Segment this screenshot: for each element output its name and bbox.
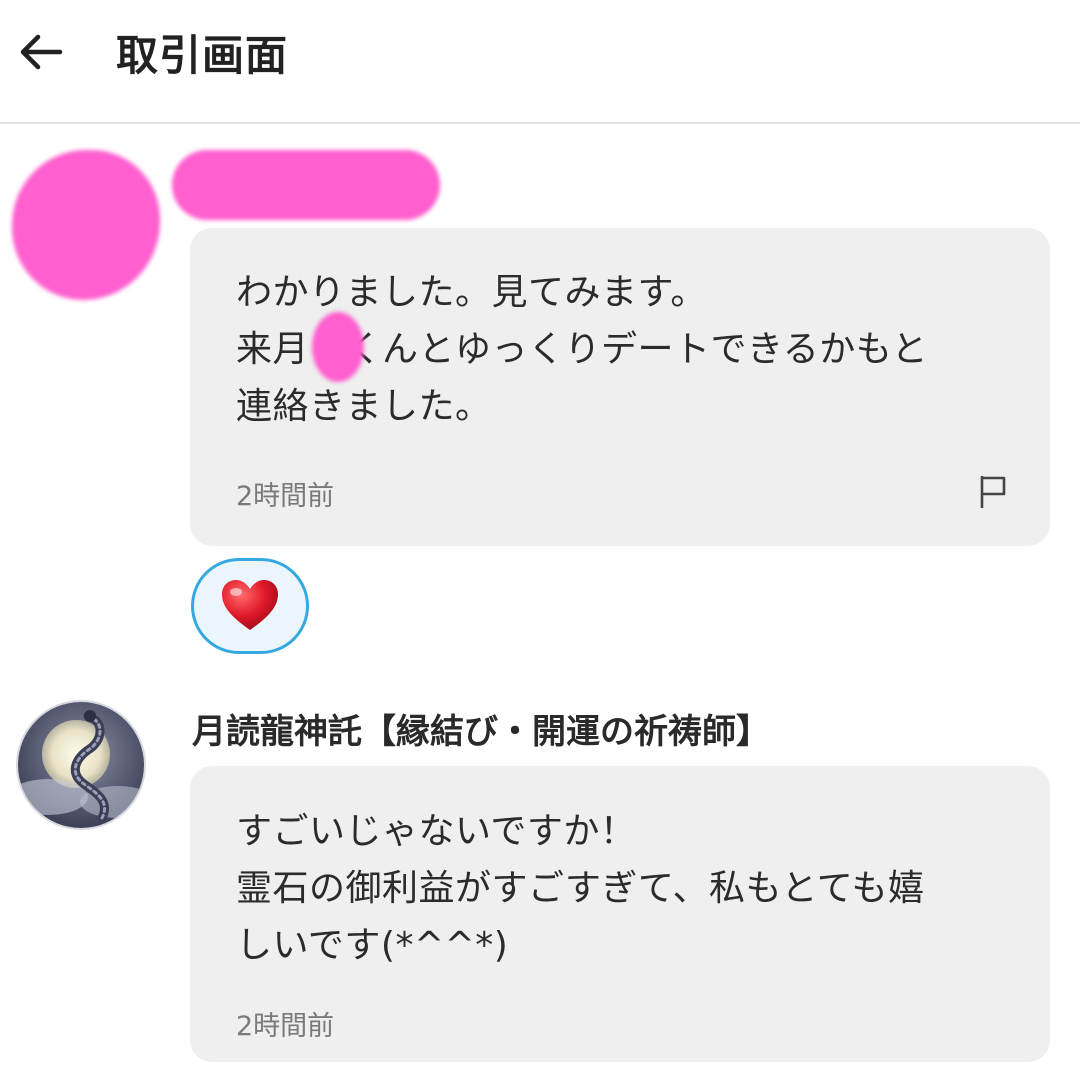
- message-bubble: すごいじゃないですか！ 霊石の御利益がすごすぎて、私もとても嬉 しいです(*^^…: [190, 766, 1050, 1062]
- heart-icon: [222, 580, 278, 630]
- page-title: 取引画面: [116, 31, 289, 80]
- app-header: 取引画面: [0, 0, 1080, 124]
- message-bubble: わかりました。見てみます。 来月 くんとゆっくりデートできるかもと 連絡きました…: [190, 228, 1050, 546]
- message-line: 霊石の御利益がすごすぎて、私もとても嬉: [236, 868, 925, 909]
- message-line: 連絡きました。: [236, 386, 492, 427]
- message-timestamp: 2時間前: [236, 1011, 335, 1042]
- redacted-name-in-text: [312, 312, 364, 382]
- message-line: すごいじゃないですか！: [236, 811, 637, 852]
- dragon-moon-avatar: [18, 702, 144, 828]
- message-timestamp: 2時間前: [236, 481, 335, 512]
- redacted-avatar: [12, 150, 160, 300]
- sender-avatar[interactable]: [16, 700, 146, 830]
- transaction-screen: 取引画面 わかりました。見てみます。 来月 くんとゆっくりデートできるかもと 連…: [0, 0, 1080, 1080]
- arrow-left-icon: [20, 34, 63, 70]
- report-button[interactable]: [974, 472, 1014, 512]
- sender-name[interactable]: 月読龍神託【縁結び・開運の祈祷師】: [192, 704, 770, 753]
- flag-icon: [980, 476, 1006, 508]
- message-line: わかりました。見てみます。: [236, 272, 707, 313]
- heart-reaction-button[interactable]: [191, 558, 309, 654]
- message-line: しいです(*^^*): [236, 925, 509, 966]
- back-button[interactable]: [12, 24, 68, 80]
- redacted-sender-name: [172, 150, 440, 220]
